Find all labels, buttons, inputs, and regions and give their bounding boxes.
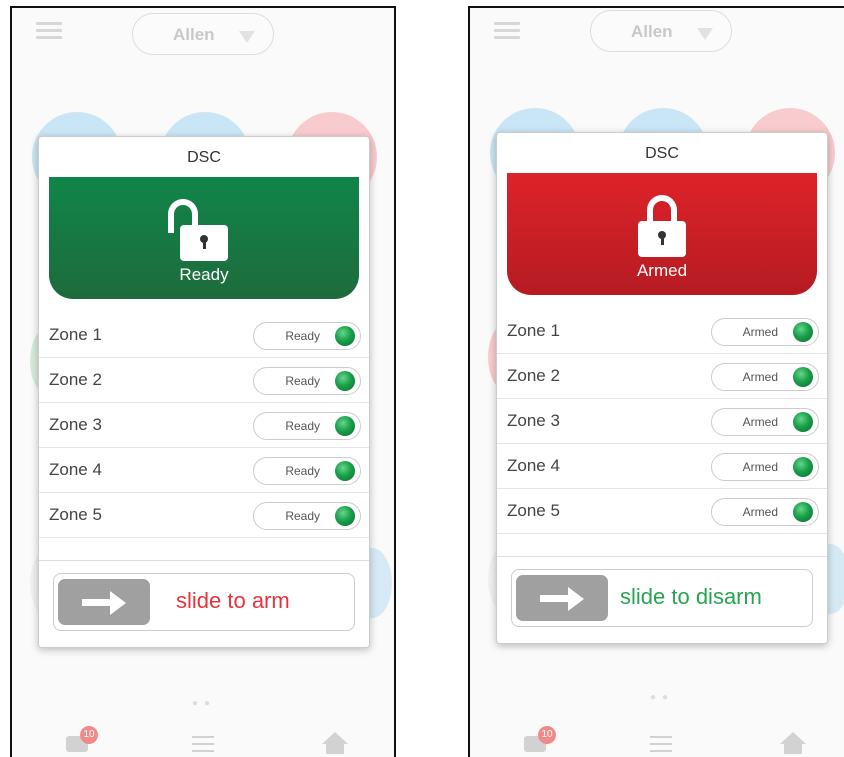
zone-status: Ready xyxy=(285,419,320,433)
page-indicator: ●● xyxy=(192,698,217,709)
zone-led-icon xyxy=(335,371,355,391)
menu-icon[interactable] xyxy=(36,22,62,43)
zone-name: Zone 3 xyxy=(49,415,102,434)
zone-status: Ready xyxy=(285,464,320,478)
list-icon[interactable] xyxy=(650,736,672,757)
bottom-nav: 10 xyxy=(12,726,394,757)
bottom-nav: 10 xyxy=(470,726,844,757)
dialog-title: DSC xyxy=(645,145,679,162)
dialog-title: DSC xyxy=(187,149,221,166)
home-icon[interactable] xyxy=(780,732,806,754)
zone-name: Zone 4 xyxy=(49,460,102,479)
slider-label: slide to arm xyxy=(176,588,290,613)
zone-status-pill[interactable]: Armed xyxy=(711,363,819,391)
zone-name: Zone 2 xyxy=(49,370,102,389)
zone-status: Armed xyxy=(742,460,778,474)
slider-thumb[interactable] xyxy=(516,575,608,621)
zone-status: Armed xyxy=(742,415,778,429)
zone-row: Zone 2 Ready xyxy=(39,358,369,403)
chat-icon[interactable]: 10 xyxy=(524,726,556,752)
slider-label: slide to disarm xyxy=(620,584,762,609)
zone-name: Zone 1 xyxy=(507,321,560,340)
status-label: Armed xyxy=(636,261,688,280)
zone-row: Zone 3 Ready xyxy=(39,403,369,448)
user-selector[interactable]: Allen xyxy=(590,10,732,52)
zone-name: Zone 4 xyxy=(507,456,560,475)
zone-led-icon xyxy=(793,457,813,477)
dropdown-caret-icon xyxy=(239,31,255,43)
dropdown-caret-icon xyxy=(697,28,713,40)
zone-status: Ready xyxy=(285,329,320,343)
zone-name: Zone 2 xyxy=(507,366,560,385)
slider-thumb[interactable] xyxy=(58,579,150,625)
dsc-dialog: DSC Ready Zone 1 Ready Zone 2 Ready Zone… xyxy=(38,136,370,648)
page-indicator: ●● xyxy=(650,692,675,703)
zone-led-icon xyxy=(793,367,813,387)
phone-screen-ready: Allen DSC Ready Zone 1 Ready Zone 2 Read… xyxy=(10,6,396,757)
lock-closed-icon xyxy=(638,195,686,263)
user-selector[interactable]: Allen xyxy=(132,13,274,55)
zone-status-pill[interactable]: Ready xyxy=(253,457,361,485)
zone-row: Zone 3 Armed xyxy=(497,399,827,444)
zone-status: Armed xyxy=(742,370,778,384)
notification-badge: 10 xyxy=(80,726,98,744)
zone-name: Zone 5 xyxy=(49,505,102,524)
zone-status-pill[interactable]: Ready xyxy=(253,502,361,530)
phone-screen-armed: Allen DSC Armed Zone 1 Armed Zone 2 Arme… xyxy=(468,6,844,757)
zone-row: Zone 1 Armed xyxy=(497,309,827,354)
menu-icon[interactable] xyxy=(494,22,520,43)
zone-led-icon xyxy=(335,461,355,481)
arm-slider[interactable]: slide to arm xyxy=(53,573,355,631)
status-label: Ready xyxy=(179,265,229,284)
zone-status: Armed xyxy=(742,505,778,519)
zone-status-pill[interactable]: Ready xyxy=(253,367,361,395)
zone-row: Zone 4 Armed xyxy=(497,444,827,489)
user-name: Allen xyxy=(173,25,215,44)
user-name: Allen xyxy=(631,22,673,41)
status-banner: Armed xyxy=(507,173,817,295)
zone-row: Zone 5 Ready xyxy=(39,493,369,538)
zone-led-icon xyxy=(335,506,355,526)
zone-status-pill[interactable]: Armed xyxy=(711,318,819,346)
zone-led-icon xyxy=(793,322,813,342)
zone-led-icon xyxy=(793,502,813,522)
zone-led-icon xyxy=(335,326,355,346)
zone-name: Zone 1 xyxy=(49,325,102,344)
zone-row: Zone 4 Ready xyxy=(39,448,369,493)
zone-status-pill[interactable]: Armed xyxy=(711,453,819,481)
home-icon[interactable] xyxy=(322,732,348,754)
zone-row: Zone 5 Armed xyxy=(497,489,827,534)
zone-status: Armed xyxy=(742,325,778,339)
slider-area: slide to arm xyxy=(39,560,369,647)
zone-row: Zone 2 Armed xyxy=(497,354,827,399)
slider-area: slide to disarm xyxy=(497,556,827,643)
dsc-dialog: DSC Armed Zone 1 Armed Zone 2 Armed Zone… xyxy=(496,132,828,644)
list-icon[interactable] xyxy=(192,736,214,757)
zone-status-pill[interactable]: Ready xyxy=(253,322,361,350)
zone-status-pill[interactable]: Armed xyxy=(711,408,819,436)
zone-led-icon xyxy=(793,412,813,432)
zone-status-pill[interactable]: Ready xyxy=(253,412,361,440)
zone-status: Ready xyxy=(285,374,320,388)
zone-status: Ready xyxy=(285,509,320,523)
zone-row: Zone 1 Ready xyxy=(39,313,369,358)
notification-badge: 10 xyxy=(538,726,556,744)
zone-name: Zone 3 xyxy=(507,411,560,430)
zone-status-pill[interactable]: Armed xyxy=(711,498,819,526)
disarm-slider[interactable]: slide to disarm xyxy=(511,569,813,627)
zone-led-icon xyxy=(335,416,355,436)
zone-name: Zone 5 xyxy=(507,501,560,520)
status-banner: Ready xyxy=(49,177,359,299)
lock-open-icon xyxy=(168,199,228,267)
chat-icon[interactable]: 10 xyxy=(66,726,98,752)
